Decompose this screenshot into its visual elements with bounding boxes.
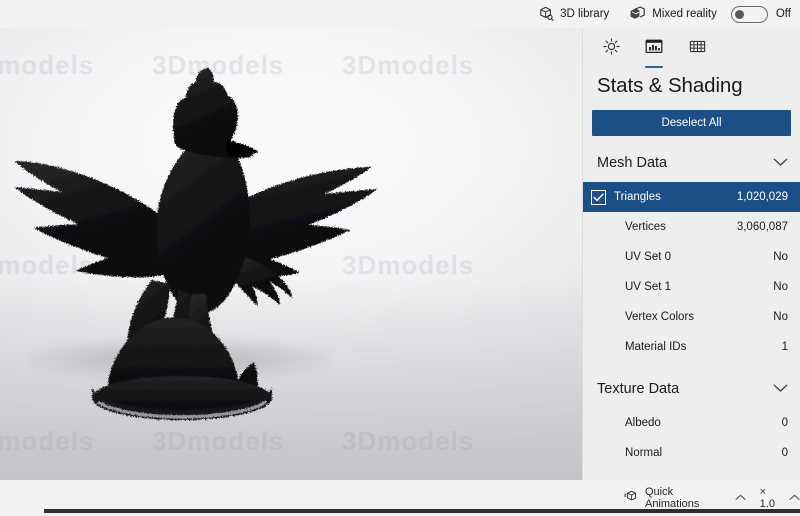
- row-value: 3,060,087: [736, 221, 788, 233]
- section-header-mesh-data[interactable]: Mesh Data: [583, 144, 800, 182]
- row-label: Triangles: [614, 191, 661, 203]
- row-label: UV Set 0: [625, 251, 672, 263]
- table-row[interactable]: Normal 0: [583, 438, 800, 468]
- row-value: No: [773, 251, 788, 263]
- quick-animations-label: Quick Animations: [645, 486, 700, 510]
- row-label: Normal: [625, 447, 663, 459]
- chevron-down-icon[interactable]: [773, 154, 788, 172]
- active-tab-indicator: [645, 65, 663, 68]
- chart-stats-icon: [645, 39, 663, 54]
- table-row[interactable]: Vertices 3,060,087: [583, 212, 800, 242]
- row-value: 0: [781, 417, 788, 429]
- table-row[interactable]: UV Set 0 No: [583, 242, 800, 272]
- tab-materials[interactable]: [683, 38, 711, 64]
- tab-stats-shading[interactable]: [640, 38, 668, 68]
- table-row[interactable]: Albedo 0: [583, 408, 800, 438]
- table-row[interactable]: UV Set 1 No: [583, 272, 800, 302]
- mixed-reality-icon: [629, 6, 646, 23]
- row-value: No: [773, 281, 788, 293]
- table-row[interactable]: Vertex Colors No: [583, 302, 800, 332]
- top-toolbar: 3D library Mixed reality Off: [0, 0, 800, 28]
- grid-icon: [689, 40, 705, 53]
- row-label: Vertices: [625, 221, 666, 233]
- row-value: 1: [781, 341, 788, 353]
- panel-tab-strip: [583, 28, 800, 68]
- griffin-statue-model[interactable]: [0, 28, 582, 480]
- row-value: 0: [781, 447, 788, 459]
- stats-shading-panel: Stats & Shading Deselect All Mesh Data T…: [582, 28, 800, 480]
- mixed-reality-toggle[interactable]: [730, 5, 768, 23]
- row-label: Material IDs: [625, 341, 687, 353]
- toggle-knob: [734, 9, 744, 19]
- deselect-all-button[interactable]: Deselect All: [592, 110, 791, 136]
- mixed-reality-button[interactable]: Mixed reality Off: [626, 1, 798, 27]
- page-title: Stats & Shading: [597, 74, 743, 97]
- row-label: UV Set 1: [625, 281, 672, 293]
- playback-speed-button[interactable]: × 1.0: [760, 486, 800, 510]
- row-label: Vertex Colors: [625, 311, 695, 323]
- chevron-up-icon[interactable]: [789, 492, 800, 504]
- sun-icon: [602, 38, 620, 55]
- table-row[interactable]: Material IDs 1: [583, 332, 800, 362]
- section-title: Texture Data: [597, 381, 680, 397]
- row-checkbox[interactable]: [591, 189, 606, 205]
- tab-lighting[interactable]: [597, 38, 625, 64]
- chevron-down-icon[interactable]: [773, 380, 788, 398]
- paint3d-window: 3D library Mixed reality Off 3Dmodel: [0, 0, 800, 516]
- 3d-viewport[interactable]: 3Dmodels 3Dmodels 3Dmodels 3Dmodels 3Dmo…: [0, 28, 582, 480]
- bottom-divider: [44, 509, 800, 513]
- row-value: 1,020,029: [736, 191, 788, 203]
- playback-speed-label: × 1.0: [759, 486, 775, 510]
- 3d-library-button[interactable]: 3D library: [534, 1, 612, 27]
- row-label: Albedo: [625, 417, 661, 429]
- animation-cube-icon: [623, 490, 639, 506]
- mixed-reality-toggle-state: Off: [775, 8, 791, 20]
- table-row[interactable]: Triangles 1,020,029: [583, 182, 800, 212]
- mixed-reality-label: Mixed reality: [652, 8, 717, 20]
- section-title: Mesh Data: [597, 155, 668, 171]
- quick-animations-button[interactable]: Quick Animations: [623, 486, 746, 510]
- 3d-library-label: 3D library: [560, 8, 610, 20]
- section-header-texture-data[interactable]: Texture Data: [583, 370, 800, 408]
- cube-search-icon: [537, 6, 554, 23]
- chevron-up-icon[interactable]: [735, 492, 746, 504]
- row-value: No: [773, 311, 788, 323]
